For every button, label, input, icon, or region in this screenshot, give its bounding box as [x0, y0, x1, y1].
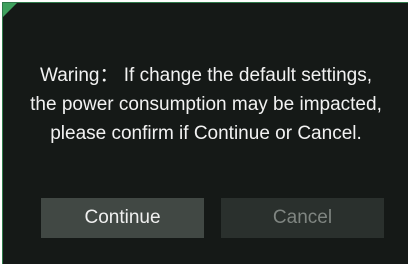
message-line-1: Waring： If change the default settings,: [40, 65, 372, 86]
corner-accent: [3, 3, 18, 18]
cancel-button[interactable]: Cancel: [221, 198, 384, 238]
message-line-2: the power consumption may be impacted,: [30, 94, 382, 115]
confirm-dialog: Waring： If change the default settings, …: [2, 2, 408, 264]
message-line-3: please confirm if Continue or Cancel.: [50, 123, 362, 144]
warning-message: Waring： If change the default settings, …: [3, 61, 408, 148]
continue-button[interactable]: Continue: [41, 198, 204, 238]
